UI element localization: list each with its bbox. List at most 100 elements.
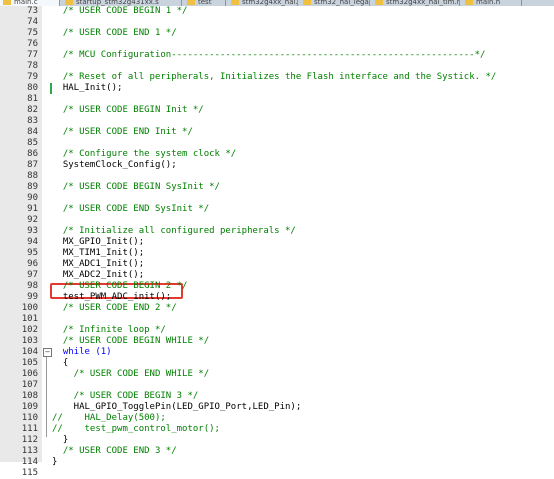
code-text: /* USER CODE BEGIN WHILE */: [52, 336, 210, 346]
line-number: 94: [27, 237, 38, 247]
code-line[interactable]: 87 SystemClock_Config();: [0, 160, 554, 171]
code-line[interactable]: 101: [0, 314, 554, 325]
code-line[interactable]: 78: [0, 61, 554, 72]
code-line[interactable]: 104− while (1): [0, 347, 554, 358]
line-number: 115: [21, 468, 38, 478]
code-line[interactable]: 73 /* USER CODE BEGIN 1 */: [0, 6, 554, 17]
code-text: /* USER CODE BEGIN 2 */: [52, 281, 188, 291]
code-line[interactable]: 74: [0, 17, 554, 28]
code-line[interactable]: 99 test_PWM_ADC_init();: [0, 292, 554, 303]
code-text: MX_ADC2_Init();: [52, 270, 145, 280]
code-line[interactable]: 92: [0, 215, 554, 226]
code-text: /* Reset of all peripherals, Initializes…: [52, 72, 497, 82]
line-number: 82: [27, 105, 38, 115]
line-number: 93: [27, 226, 38, 236]
code-text: // test_pwm_control_motor();: [52, 424, 220, 434]
code-line[interactable]: 76: [0, 39, 554, 50]
line-number: 99: [27, 292, 38, 302]
line-number: 114: [21, 457, 38, 467]
code-line[interactable]: 111 // test_pwm_control_motor();: [0, 424, 554, 435]
line-number: 78: [27, 61, 38, 71]
line-number: 91: [27, 204, 38, 214]
code-line[interactable]: 106 /* USER CODE END WHILE */: [0, 369, 554, 380]
file-icon: [231, 0, 239, 5]
code-line[interactable]: 75 /* USER CODE END 1 */: [0, 28, 554, 39]
code-line[interactable]: 85: [0, 138, 554, 149]
code-text: /* USER CODE BEGIN 3 */: [52, 391, 199, 401]
code-line[interactable]: 80 HAL_Init();: [0, 83, 554, 94]
code-line[interactable]: 105 {: [0, 358, 554, 369]
code-text: /* USER CODE BEGIN 1 */: [52, 6, 188, 16]
code-text: HAL_GPIO_TogglePin(LED_GPIO_Port,LED_Pin…: [52, 402, 302, 412]
line-number: 79: [27, 72, 38, 82]
code-text: MX_GPIO_Init();: [52, 237, 145, 247]
file-icon: [465, 0, 473, 5]
code-line[interactable]: 86 /* Configure the system clock */: [0, 149, 554, 160]
file-icon: [3, 0, 11, 5]
code-line[interactable]: 100 /* USER CODE END 2 */: [0, 303, 554, 314]
code-line[interactable]: 112 }: [0, 435, 554, 446]
code-line[interactable]: 113 /* USER CODE END 3 */: [0, 446, 554, 457]
line-number: 103: [21, 336, 38, 346]
line-number: 95: [27, 248, 38, 258]
code-text: /* Configure the system clock */: [52, 149, 237, 159]
code-line[interactable]: 102 /* Infinite loop */: [0, 325, 554, 336]
code-line[interactable]: 107: [0, 380, 554, 391]
code-text: /* USER CODE END WHILE */: [52, 369, 210, 379]
code-line[interactable]: 88: [0, 171, 554, 182]
code-line[interactable]: 84 /* USER CODE END Init */: [0, 127, 554, 138]
code-text: MX_ADC1_Init();: [52, 259, 145, 269]
code-text: /* USER CODE END Init */: [52, 127, 193, 137]
code-line[interactable]: 77 /* MCU Configuration-----------------…: [0, 50, 554, 61]
line-number: 84: [27, 127, 38, 137]
code-text: /* MCU Configuration--------------------…: [52, 50, 486, 60]
line-number: 81: [27, 94, 38, 104]
code-line[interactable]: 115: [0, 468, 554, 479]
code-line[interactable]: 98 /* USER CODE BEGIN 2 */: [0, 281, 554, 292]
code-text: /* USER CODE BEGIN Init */: [52, 105, 204, 115]
code-line[interactable]: 114}: [0, 457, 554, 468]
code-text: /* Initialize all configured peripherals…: [52, 226, 296, 236]
line-number: 113: [21, 446, 38, 456]
file-icon: [303, 0, 311, 5]
line-number: 73: [27, 6, 38, 16]
line-number: 100: [21, 303, 38, 313]
code-line[interactable]: 83: [0, 116, 554, 127]
code-text: /* Infinite loop */: [52, 325, 166, 335]
code-editor[interactable]: 73 /* USER CODE BEGIN 1 */74 75 /* USER C…: [0, 6, 554, 478]
code-line[interactable]: 108 /* USER CODE BEGIN 3 */: [0, 391, 554, 402]
code-line[interactable]: 96 MX_ADC1_Init();: [0, 259, 554, 270]
code-line[interactable]: 93 /* Initialize all configured peripher…: [0, 226, 554, 237]
code-text: }: [52, 435, 69, 445]
fold-toggle-icon[interactable]: −: [43, 348, 52, 357]
code-line[interactable]: 97 MX_ADC2_Init();: [0, 270, 554, 281]
code-line[interactable]: 79 /* Reset of all peripherals, Initiali…: [0, 72, 554, 83]
line-number: 75: [27, 28, 38, 38]
code-line[interactable]: 110 // HAL_Delay(500);: [0, 413, 554, 424]
line-number: 110: [21, 413, 38, 423]
line-number: 88: [27, 171, 38, 181]
line-number: 101: [21, 314, 38, 324]
code-line[interactable]: 94 MX_GPIO_Init();: [0, 237, 554, 248]
code-line[interactable]: 91 /* USER CODE END SysInit */: [0, 204, 554, 215]
code-text: /* USER CODE END 2 */: [52, 303, 177, 313]
code-line[interactable]: 103 /* USER CODE BEGIN WHILE */: [0, 336, 554, 347]
code-line[interactable]: 95 MX_TIM1_Init();: [0, 248, 554, 259]
code-line[interactable]: 82 /* USER CODE BEGIN Init */: [0, 105, 554, 116]
code-line[interactable]: 109 HAL_GPIO_TogglePin(LED_GPIO_Port,LED…: [0, 402, 554, 413]
code-text: /* USER CODE END SysInit */: [52, 204, 210, 214]
line-number: 89: [27, 182, 38, 192]
line-number: 111: [21, 424, 38, 434]
code-text: }: [52, 457, 58, 467]
file-icon: [375, 0, 383, 5]
line-number: 106: [21, 369, 38, 379]
code-line[interactable]: 90: [0, 193, 554, 204]
line-number: 77: [27, 50, 38, 60]
code-text: MX_TIM1_Init();: [52, 248, 145, 258]
line-number: 83: [27, 116, 38, 126]
code-line[interactable]: 89 /* USER CODE BEGIN SysInit */: [0, 182, 554, 193]
line-number: 105: [21, 358, 38, 368]
code-text: // HAL_Delay(500);: [52, 413, 166, 423]
code-line[interactable]: 81: [0, 94, 554, 105]
code-text: {: [52, 358, 69, 368]
